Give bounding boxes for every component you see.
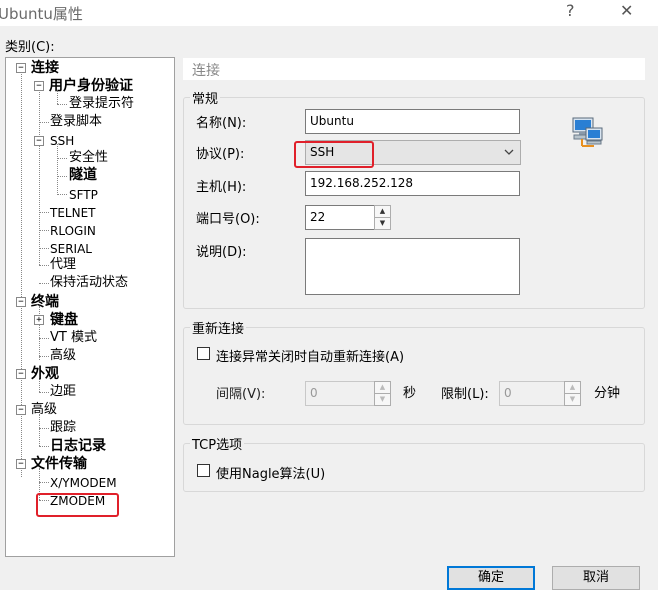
expand-icon[interactable]: + [34,315,44,325]
category-tree[interactable]: − 连接 − 用户身份验证 登录提示符 登录脚本 − SSH 安全性 隧道 SF… [5,57,175,557]
spin-up-icon[interactable]: ▲ [375,382,390,394]
tree-line [39,230,49,231]
nagle-checkbox[interactable] [197,464,210,477]
tree-item-connection[interactable]: 连接 [31,60,59,76]
tree-line [39,248,49,249]
tree-item-keyboard[interactable]: 键盘 [50,312,78,328]
tree-item-keepalive[interactable]: 保持活动状态 [50,275,128,291]
tree-line [39,392,49,393]
window-title: Ubuntu属性 [0,5,83,23]
tree-line [57,158,67,159]
tree-item-proxy[interactable]: 代理 [50,257,76,273]
tree-item-appearance[interactable]: 外观 [31,366,59,382]
auto-reconnect-label: 连接异常关闭时自动重新连接(A) [216,350,405,365]
description-label: 说明(D): [196,245,247,260]
limit-unit: 分钟 [594,386,621,401]
collapse-icon[interactable]: − [16,297,26,307]
general-group-title: 常规 [190,88,221,107]
tree-item-xymodem[interactable]: X/YMODEM [50,475,117,491]
limit-spinner[interactable]: ▲ ▼ [564,381,581,406]
name-label: 名称(N): [196,116,247,131]
tree-line [39,414,40,446]
limit-field[interactable]: 0 [499,381,565,406]
tree-item-login-prompts[interactable]: 登录提示符 [69,96,134,112]
tree-item-security[interactable]: 安全性 [69,150,108,166]
category-label: 类别(C): [5,40,55,55]
close-button[interactable]: ✕ [620,1,633,20]
collapse-icon[interactable]: − [16,405,26,415]
collapse-icon[interactable]: − [16,63,26,73]
section-header-bar [183,58,645,80]
tree-item-serial[interactable]: SERIAL [50,241,92,257]
tree-line [57,144,58,195]
host-label: 主机(H): [196,180,247,195]
tree-item-advanced[interactable]: 高级 [50,348,76,364]
protocol-label: 协议(P): [196,147,245,162]
collapse-icon[interactable]: − [16,459,26,469]
port-field[interactable]: 22 [305,205,375,230]
port-spinner[interactable]: ▲ ▼ [374,205,391,230]
tree-item-file-transfer[interactable]: 文件传输 [31,456,87,472]
tree-item-sftp[interactable]: SFTP [69,187,98,203]
interval-field[interactable]: 0 [305,381,375,406]
port-label: 端口号(O): [196,212,260,227]
section-header: 连接 [192,63,220,79]
network-computer-icon [572,117,603,147]
tree-line [57,176,67,177]
cancel-button[interactable]: 取消 [552,566,640,590]
tree-line [39,446,49,447]
tree-line [39,90,40,265]
reconnect-group-title: 重新连接 [190,318,247,337]
tree-item-rlogin[interactable]: RLOGIN [50,223,96,239]
zmodem-highlight [36,493,119,517]
help-button[interactable]: ? [566,1,575,20]
spin-down-icon[interactable]: ▼ [375,394,390,406]
tree-item-trace[interactable]: 跟踪 [50,420,76,436]
title-bar [0,0,658,26]
spin-down-icon[interactable]: ▼ [565,394,580,406]
tree-item-tunnel[interactable]: 隧道 [69,167,97,183]
tree-item-login-scripts[interactable]: 登录脚本 [50,114,102,130]
interval-unit: 秒 [403,386,417,401]
interval-label: 间隔(V): [216,387,266,402]
ok-button[interactable]: 确定 [447,566,535,590]
tcp-group-title: TCP选项 [190,434,245,453]
tree-line [39,356,49,357]
tree-item-advanced-root[interactable]: 高级 [31,402,57,418]
tree-line [39,122,49,123]
tree-line [39,265,49,266]
nagle-label: 使用Nagle算法(U) [216,467,326,482]
collapse-icon[interactable]: − [16,369,26,379]
spin-up-icon[interactable]: ▲ [375,206,390,218]
tree-item-ssh[interactable]: SSH [50,133,74,149]
description-field[interactable] [305,238,520,295]
tree-line [39,338,49,339]
spin-down-icon[interactable]: ▼ [375,218,390,230]
tree-line [57,194,67,195]
tree-item-auth[interactable]: 用户身份验证 [49,78,133,94]
collapse-icon[interactable]: − [34,136,44,146]
tree-line [39,482,49,483]
tree-line [39,212,49,213]
interval-spinner[interactable]: ▲ ▼ [374,381,391,406]
tree-item-margin[interactable]: 边距 [50,384,76,400]
collapse-icon[interactable]: − [34,81,44,91]
tree-item-terminal[interactable]: 终端 [31,294,59,310]
name-field[interactable]: Ubuntu [305,109,520,134]
limit-label: 限制(L): [441,387,489,402]
tree-line [39,428,49,429]
chevron-down-icon [504,149,514,155]
tree-item-telnet[interactable]: TELNET [50,205,96,221]
auto-reconnect-checkbox[interactable] [197,347,210,360]
tree-line [57,104,67,105]
host-field[interactable]: 192.168.252.128 [305,171,520,196]
tree-line [39,283,49,284]
tree-item-vt-mode[interactable]: VT 模式 [50,330,97,346]
tree-line [21,72,22,477]
spin-up-icon[interactable]: ▲ [565,382,580,394]
tree-item-logging[interactable]: 日志记录 [50,438,106,454]
protocol-highlight [294,141,374,168]
reconnect-group [183,327,645,425]
